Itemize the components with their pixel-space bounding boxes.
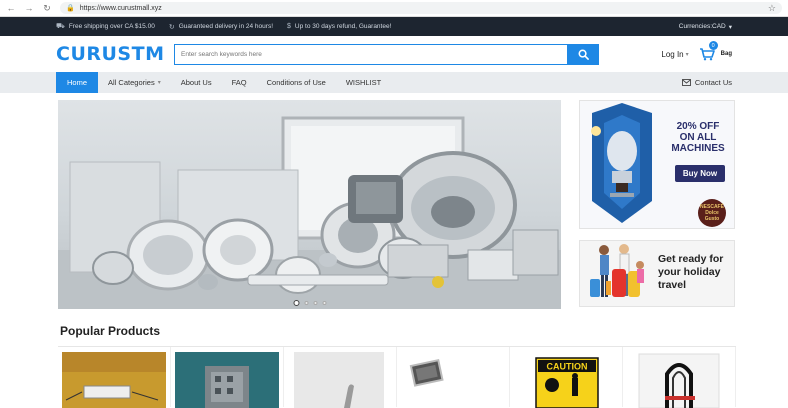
currency-label: Currencies:CAD	[678, 23, 726, 30]
machines-promo-text: 20% OFF ON ALL MACHINES	[664, 121, 732, 154]
carousel-dot-2[interactable]	[304, 301, 308, 305]
search-button[interactable]	[567, 43, 599, 65]
promo-strip: ⛟ Free shipping over CA $15.00 ↻ Guarant…	[0, 17, 788, 36]
popular-products-row: CAUTION	[58, 346, 736, 408]
nav-all-categories-label: All Categories	[108, 78, 155, 87]
dolce-gusto-logo: NESCAFÉ Dolce Gusto	[698, 199, 726, 227]
address-bar[interactable]: 🔒 https://www.curustmall.xyz ☆	[60, 2, 782, 14]
product-card-6[interactable]	[623, 347, 736, 408]
bag-count-badge: 0	[708, 41, 718, 50]
product-card-2[interactable]	[171, 347, 284, 408]
product-card-3[interactable]	[284, 347, 397, 408]
lock-icon: 🔒	[66, 5, 75, 12]
svg-text:CAUTION: CAUTION	[547, 362, 588, 372]
promo-delivery-text: Guaranteed delivery in 24 hours!	[178, 23, 273, 30]
refresh-icon: ↻	[168, 23, 175, 31]
product-card-5[interactable]: CAUTION	[510, 347, 623, 408]
product-image	[627, 352, 731, 408]
chevron-down-icon: ▾	[157, 80, 161, 86]
url-text: https://www.curustmall.xyz	[79, 4, 162, 12]
contact-us-link[interactable]: Contact Us	[681, 78, 732, 87]
holiday-travel-banner[interactable]: Get ready for your holiday travel	[579, 240, 735, 307]
site-header: CURUSTM Log In ▾ 0 Bag	[0, 36, 788, 72]
promo-shipping: ⛟ Free shipping over CA $15.00	[56, 22, 155, 31]
product-image	[175, 352, 279, 408]
promo-refund-text: Up to 30 days refund, Guarantee!	[294, 23, 392, 30]
search-bar	[174, 43, 599, 65]
dollar-icon: $	[287, 23, 291, 30]
main-nav: Home All Categories ▾ About Us FAQ Condi…	[0, 72, 788, 93]
product-card-1[interactable]	[58, 347, 171, 408]
machines-promo-banner[interactable]: 20% OFF ON ALL MACHINES Buy Now NESCAFÉ D…	[579, 100, 735, 229]
promo-refund: $ Up to 30 days refund, Guarantee!	[287, 23, 391, 30]
bag-button[interactable]: 0 Bag	[699, 41, 732, 61]
product-image: CAUTION	[514, 352, 618, 408]
carousel-dot-3[interactable]	[313, 301, 317, 305]
site-logo[interactable]: CURUSTM	[56, 43, 174, 65]
nav-conditions-of-use[interactable]: Conditions of Use	[257, 72, 336, 93]
carousel-dots	[293, 300, 326, 306]
machines-promo-line2: ON ALL	[679, 132, 717, 143]
hero-lighting-image	[58, 116, 561, 309]
carousel-dot-4[interactable]	[322, 301, 326, 305]
family-luggage-image	[590, 244, 644, 297]
login-link[interactable]: Log In ▾	[661, 50, 688, 59]
machines-promo-line1: 20% OFF	[676, 121, 720, 132]
contact-us-label: Contact Us	[694, 78, 732, 87]
currency-selector[interactable]: Currencies:CAD ▾	[679, 23, 732, 31]
hero-carousel[interactable]	[58, 100, 561, 309]
coffee-machine-image	[591, 103, 652, 223]
bookmark-star-icon[interactable]: ☆	[768, 3, 776, 14]
product-image	[62, 352, 166, 408]
promo-delivery: ↻ Guaranteed delivery in 24 hours!	[169, 23, 273, 31]
carousel-dot-1[interactable]	[293, 300, 299, 306]
nav-home[interactable]: Home	[56, 72, 99, 93]
browser-toolbar: ← → ↻ 🔒 https://www.curustmall.xyz ☆	[0, 0, 788, 17]
truck-icon: ⛟	[56, 23, 65, 30]
promo-shipping-text: Free shipping over CA $15.00	[68, 23, 155, 30]
nav-all-categories[interactable]: All Categories ▾	[98, 72, 171, 93]
chevron-down-icon: ▾	[728, 23, 732, 31]
popular-products-heading: Popular Products	[60, 324, 161, 338]
forward-icon[interactable]: →	[24, 3, 34, 13]
banner-area: 20% OFF ON ALL MACHINES Buy Now NESCAFÉ D…	[58, 100, 736, 310]
product-image	[401, 352, 505, 408]
product-image	[294, 352, 384, 408]
back-icon[interactable]: ←	[6, 3, 16, 13]
nav-about-us[interactable]: About Us	[171, 72, 222, 93]
buy-now-button[interactable]: Buy Now	[675, 165, 725, 182]
login-label: Log In	[661, 49, 684, 59]
holiday-travel-text: Get ready for your holiday travel	[658, 253, 724, 291]
chevron-down-icon: ▾	[685, 51, 689, 58]
machines-promo-line3: MACHINES	[671, 143, 725, 154]
header-actions: Log In ▾ 0 Bag	[661, 41, 732, 61]
search-input[interactable]	[174, 43, 567, 65]
envelope-icon	[681, 79, 691, 86]
search-icon	[578, 49, 589, 60]
nav-wishlist[interactable]: WISHLIST	[336, 72, 391, 93]
reload-icon[interactable]: ↻	[42, 3, 52, 13]
nav-faq[interactable]: FAQ	[222, 72, 257, 93]
bag-label: Bag	[720, 51, 732, 57]
product-card-4[interactable]	[397, 347, 510, 408]
